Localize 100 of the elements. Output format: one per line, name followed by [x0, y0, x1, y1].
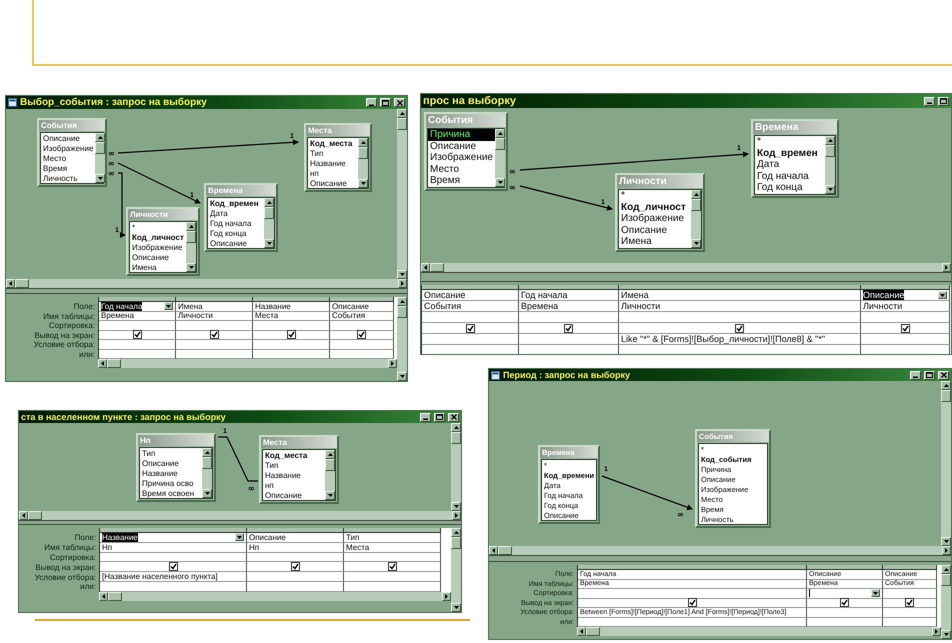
field-text[interactable]: Тип: [346, 532, 360, 542]
minimize-button[interactable]: [924, 96, 935, 106]
maximize-button[interactable]: [434, 412, 445, 422]
scroll-right-button[interactable]: [388, 359, 397, 368]
show-checkbox[interactable]: [905, 598, 914, 608]
table-box[interactable]: События Описание Изображение Место Время Личность: [37, 118, 107, 187]
scroll-thumb[interactable]: [358, 147, 368, 159]
scroll-up-button[interactable]: [95, 133, 106, 142]
show-checkbox[interactable]: [132, 330, 142, 340]
scroll-down-button[interactable]: [358, 179, 368, 188]
close-button[interactable]: [394, 98, 405, 107]
field-text[interactable]: Описание: [863, 290, 904, 300]
grid-cell[interactable]: [253, 330, 330, 340]
scroll-thumb[interactable]: [451, 432, 461, 444]
column-selector[interactable]: [883, 565, 937, 570]
scroll-right-button[interactable]: [452, 511, 461, 520]
grid-cell[interactable]: Личности: [176, 312, 253, 321]
scroll-thumb[interactable]: [498, 546, 512, 555]
field-item[interactable]: Место: [41, 153, 96, 163]
splitter-bar[interactable]: [6, 288, 407, 294]
scroll-thumb[interactable]: [325, 459, 335, 471]
field-text[interactable]: Название: [255, 302, 291, 311]
scroll-thumb[interactable]: [15, 279, 29, 288]
vertical-scrollbar[interactable]: [691, 190, 701, 248]
field-item[interactable]: Изображение: [41, 143, 96, 153]
scroll-up-button[interactable]: [358, 138, 368, 147]
scroll-thumb[interactable]: [186, 231, 196, 243]
show-checkbox[interactable]: [564, 324, 573, 332]
field-item[interactable]: Описание: [41, 133, 96, 143]
scroll-left-button[interactable]: [6, 279, 15, 288]
scroll-down-button[interactable]: [325, 491, 335, 500]
field-item[interactable]: нп: [308, 168, 358, 178]
scroll-up-button[interactable]: [264, 198, 274, 207]
grid-cell[interactable]: [253, 340, 330, 350]
column-selector[interactable]: [330, 297, 394, 302]
field-item[interactable]: Год конца: [755, 182, 825, 194]
field-item[interactable]: Код_личност: [130, 232, 186, 242]
minimize-button[interactable]: [910, 370, 921, 380]
vertical-scrollbar[interactable]: [825, 136, 835, 194]
grid-cell[interactable]: Год начала: [99, 302, 176, 312]
column-selector[interactable]: [100, 528, 247, 533]
vertical-scrollbar[interactable]: [95, 133, 106, 183]
table-box[interactable]: Места Код_места Тип Название нп Описание: [259, 435, 339, 504]
field-item[interactable]: Название: [263, 470, 325, 480]
vertical-scrollbar[interactable]: [451, 423, 461, 511]
scroll-down-button[interactable]: [95, 174, 106, 183]
column-selector[interactable]: [807, 565, 883, 570]
field-item[interactable]: Описание: [130, 252, 186, 262]
grid-cell[interactable]: [100, 562, 247, 572]
show-checkbox[interactable]: [168, 562, 178, 572]
grid-cell[interactable]: [807, 589, 883, 598]
grid-cell[interactable]: [519, 334, 619, 345]
column-selector[interactable]: [422, 285, 519, 290]
field-item[interactable]: Описание: [208, 238, 264, 248]
minimize-button[interactable]: [420, 412, 431, 422]
field-item[interactable]: Изображение: [619, 213, 691, 224]
field-item[interactable]: Описание: [140, 458, 202, 468]
scroll-up-button[interactable]: [451, 423, 461, 432]
field-item[interactable]: Описание: [428, 140, 495, 152]
grid-cell[interactable]: [578, 589, 807, 598]
grid-cell[interactable]: [422, 323, 519, 334]
field-item[interactable]: Код_личност: [619, 202, 691, 213]
field-item[interactable]: Тип: [140, 448, 202, 458]
splitter-bar[interactable]: [19, 520, 461, 525]
grid-cell[interactable]: Места: [253, 312, 330, 321]
table-box[interactable]: События Причина Описание Изображение Место Время: [424, 112, 508, 190]
grid-cell[interactable]: [422, 312, 519, 323]
minimize-button[interactable]: [366, 98, 377, 107]
table-name-text[interactable]: Личности: [178, 311, 213, 320]
show-checkbox[interactable]: [466, 324, 474, 332]
scroll-left-button[interactable]: [489, 546, 498, 555]
field-text[interactable]: Год начала: [521, 290, 568, 300]
table-box[interactable]: Места Код_места Тип Название нп Описание: [304, 123, 372, 192]
grid-cell[interactable]: [330, 340, 394, 350]
grid-cell[interactable]: [100, 552, 247, 562]
dropdown-button[interactable]: [871, 589, 880, 598]
vertical-scrollbar[interactable]: [941, 381, 951, 546]
scroll-left-button[interactable]: [98, 359, 107, 368]
field-item[interactable]: Время: [428, 175, 495, 186]
splitter-bar[interactable]: [421, 272, 951, 282]
horizontal-scrollbar[interactable]: [98, 359, 397, 368]
grid-cell[interactable]: Описание: [330, 302, 394, 312]
show-checkbox[interactable]: [210, 330, 218, 340]
horizontal-scrollbar[interactable]: [577, 627, 941, 636]
field-text[interactable]: Имена: [178, 302, 203, 311]
scroll-thumb[interactable]: [495, 138, 505, 150]
table-box[interactable]: Времена Код_времен Дата Год начала Год конца Описание: [204, 183, 278, 252]
field-item[interactable]: Год начала: [208, 218, 264, 228]
scroll-down-button[interactable]: [451, 603, 461, 612]
grid-cell[interactable]: [619, 312, 861, 323]
scroll-up-button[interactable]: [397, 297, 407, 306]
table-box[interactable]: Личности * Код_личност Изображение Описание Имена: [615, 173, 705, 252]
field-item[interactable]: Код_места: [263, 450, 325, 460]
grid-cell[interactable]: [883, 608, 937, 618]
column-selector[interactable]: [519, 285, 619, 290]
scroll-down-button[interactable]: [264, 239, 274, 248]
grid-cell[interactable]: Like "*" & [Forms]![Выбор_личности]![Поле8] & "*": [619, 334, 861, 345]
dropdown-button[interactable]: [235, 533, 244, 542]
grid-cell[interactable]: Описание: [861, 290, 950, 301]
scroll-thumb[interactable]: [107, 359, 121, 368]
